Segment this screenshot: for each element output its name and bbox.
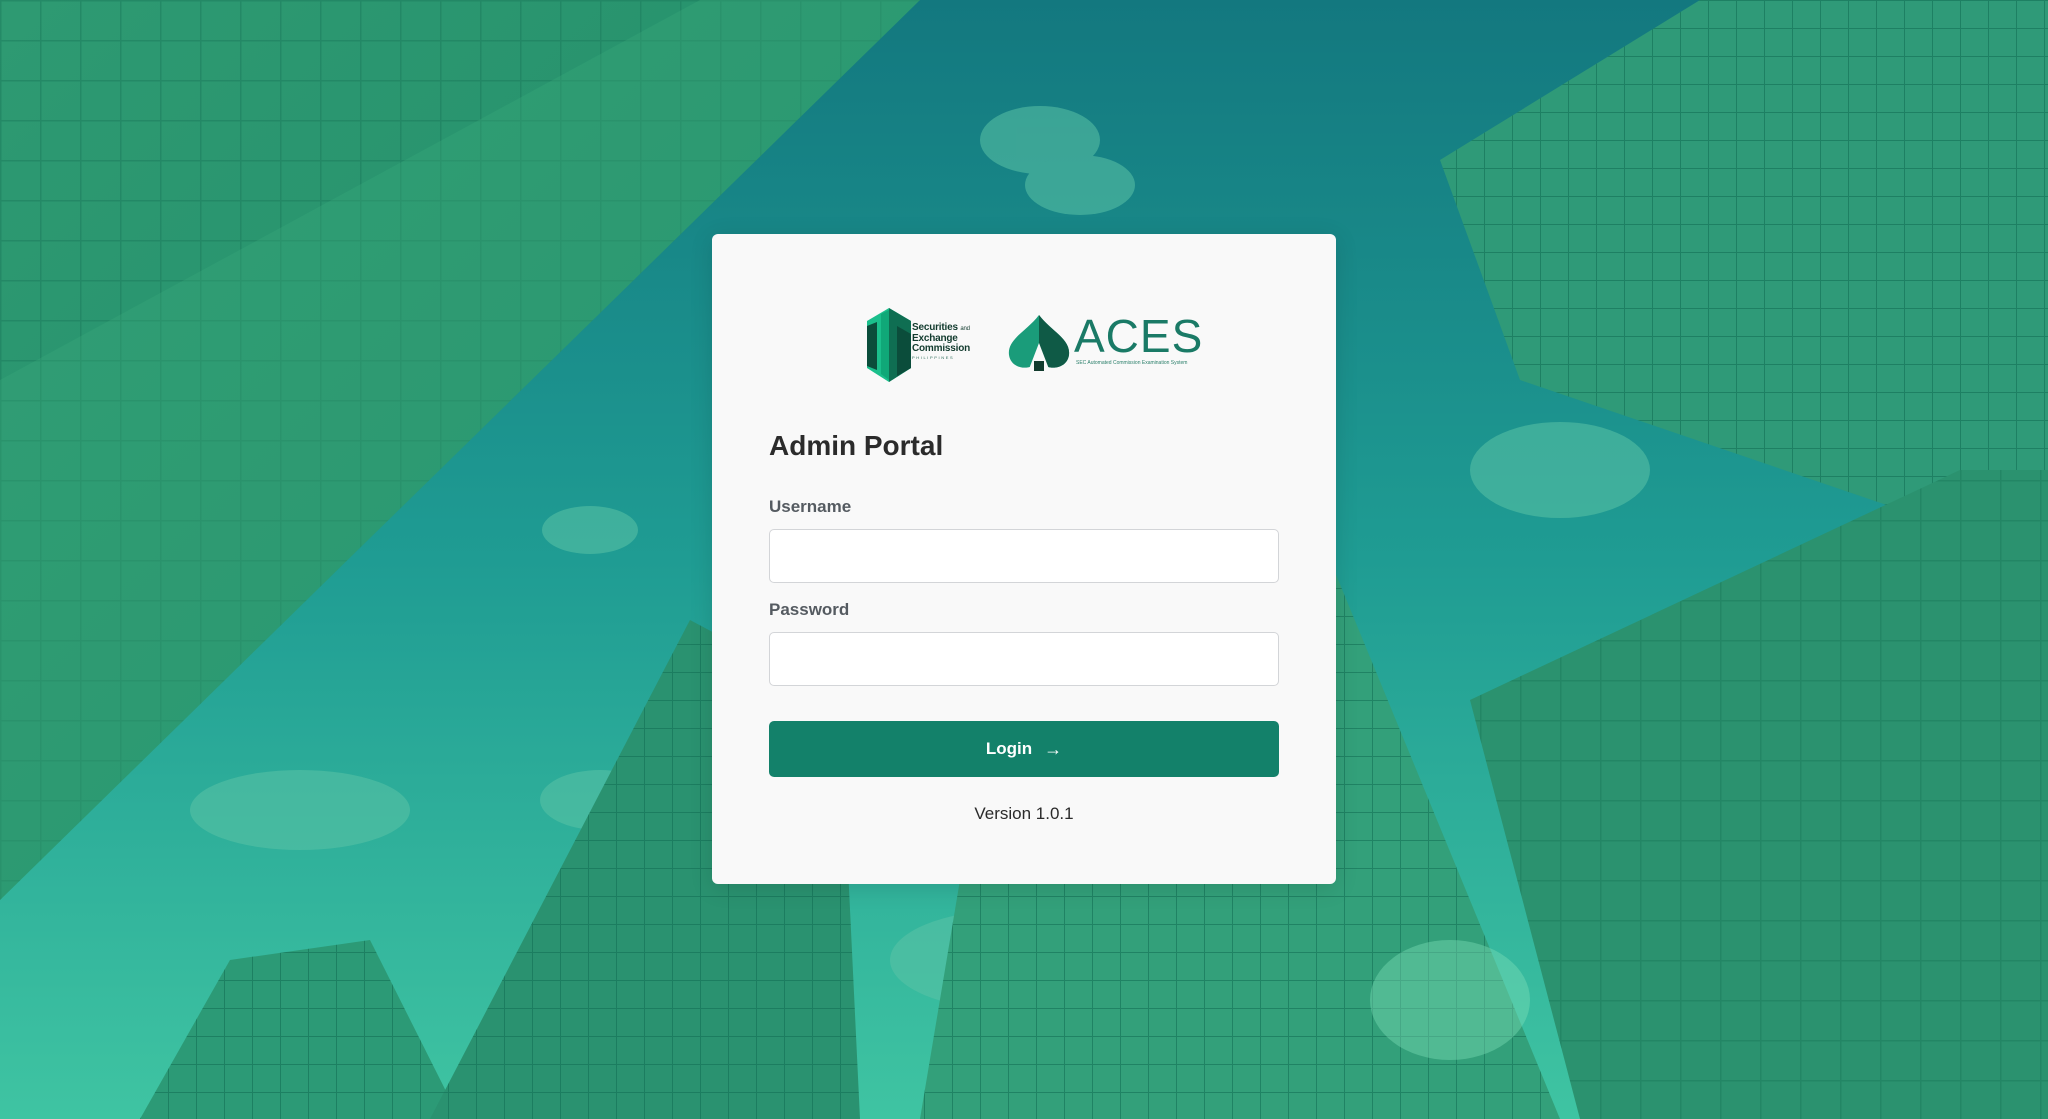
login-button-label: Login [985, 739, 1033, 758]
aces-logo: ACES SEC Automated Commission Examinatio… [1007, 313, 1202, 375]
sec-emblem-icon [867, 308, 911, 382]
password-label: Password [769, 600, 850, 619]
logo-row: Securities and Exchange Commission PHILI… [712, 308, 1336, 382]
sec-wordmark-line1: Securities [912, 322, 958, 333]
sec-wordmark-and: and [960, 326, 970, 332]
aces-wordmark: ACES [1074, 310, 1204, 362]
version-text: Version 1.0.1 [974, 804, 1074, 823]
username-label: Username [769, 497, 852, 516]
login-card: Securities and Exchange Commission PHILI… [712, 234, 1336, 884]
sec-wordmark: Securities and Exchange Commission [912, 323, 970, 354]
aces-tagline: SEC Automated Commission Examination Sys… [1076, 360, 1188, 366]
password-input[interactable] [769, 632, 1279, 686]
aces-spade-icon [1008, 315, 1070, 371]
page-title: Admin Portal [769, 430, 944, 461]
sec-logo: Securities and Exchange Commission PHILI… [867, 308, 982, 382]
login-button[interactable]: Login → [769, 721, 1279, 777]
arrow-right-icon: → [1044, 738, 1063, 759]
username-input[interactable] [769, 529, 1279, 583]
sec-subtitle: PHILIPPINES [912, 355, 955, 360]
sec-wordmark-line3: Commission [912, 343, 971, 354]
